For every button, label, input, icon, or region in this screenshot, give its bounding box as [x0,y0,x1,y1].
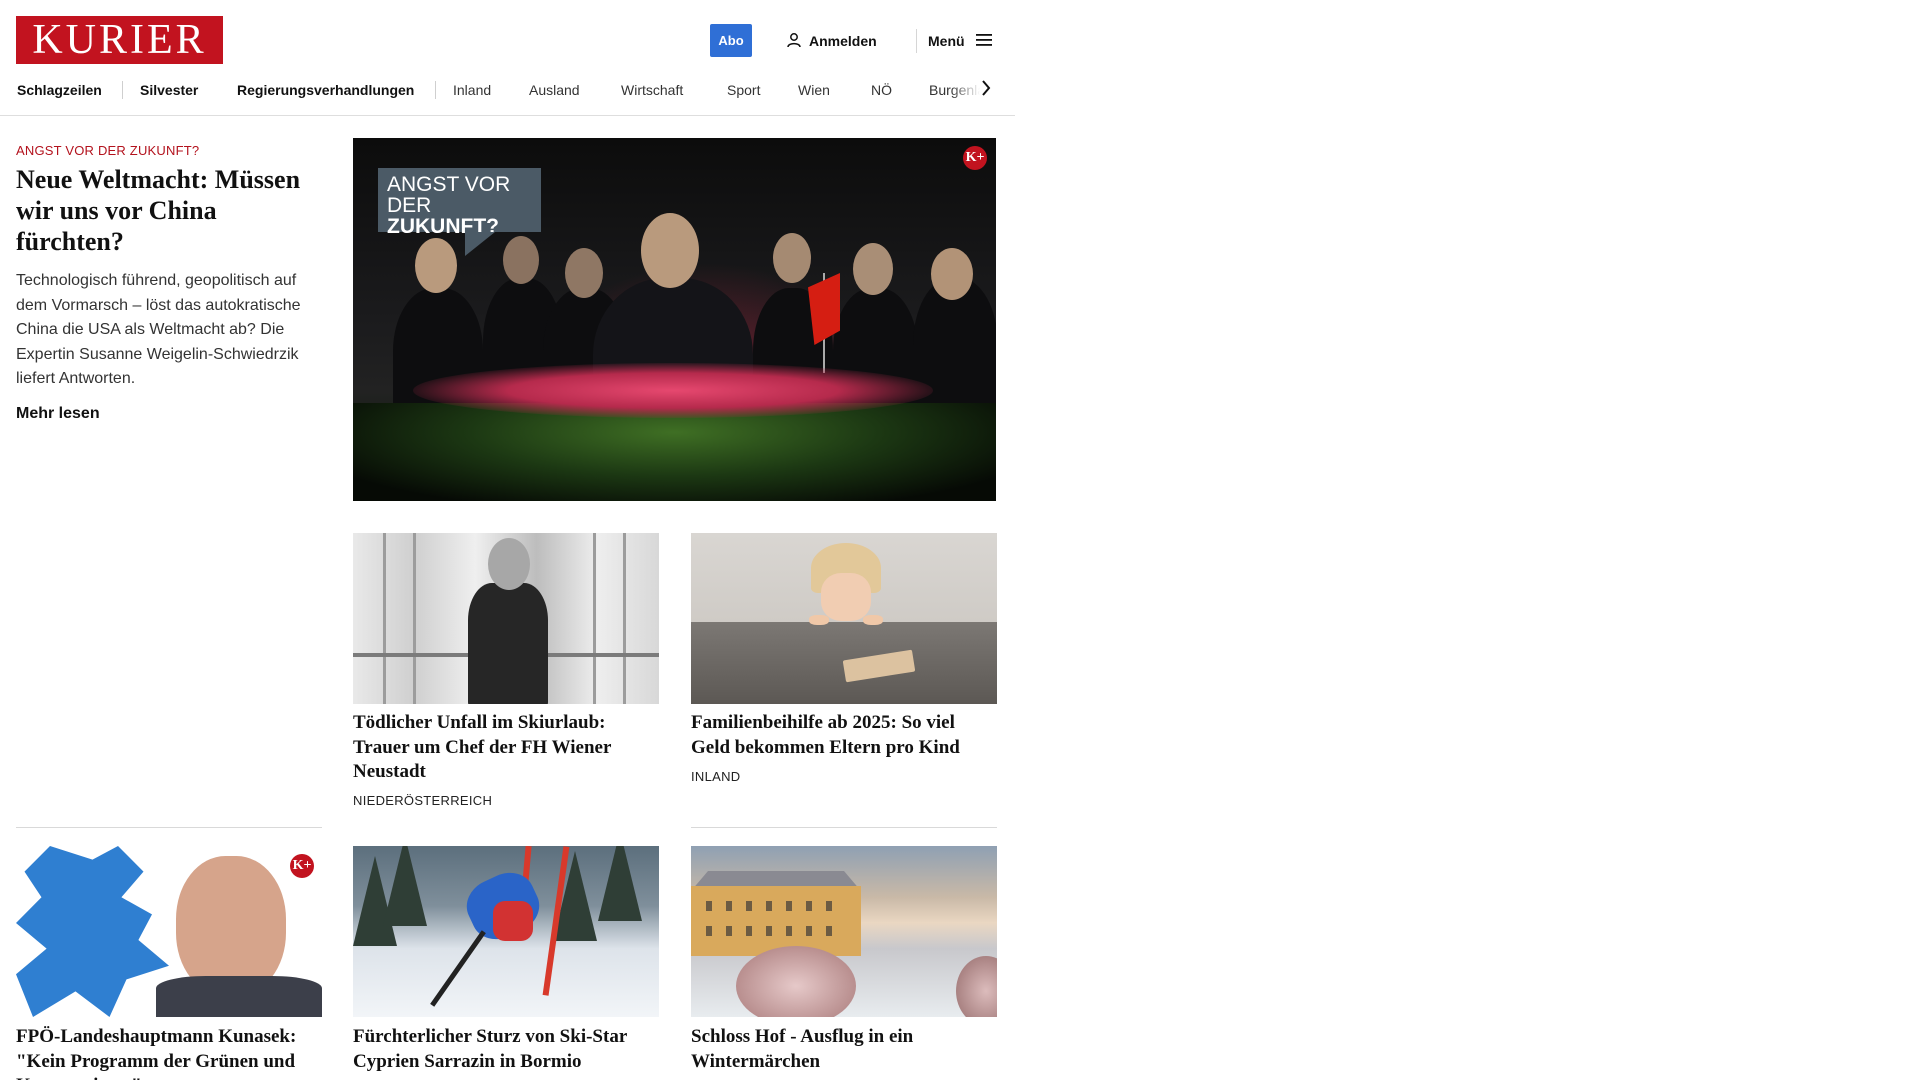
premium-badge-icon: K+ [963,146,987,170]
photo-castle-window [706,901,712,911]
photo-castle-window [766,901,772,911]
photo-tree [598,846,642,921]
photo-ski [430,930,486,1007]
photo-castle-window [746,926,752,936]
kurier-logo[interactable]: KURIER [16,16,223,64]
photo-head [931,248,973,300]
nav-separator [435,81,436,99]
nav-next-button[interactable] [975,78,997,102]
article-title[interactable]: Familienbeihilfe ab 2025: So viel Geld b… [691,711,996,760]
lead-article-text: ANGST VOR DER ZUKUNFT? Neue Weltmacht: M… [16,140,326,423]
article-category[interactable]: INLAND [691,769,740,784]
hamburger-icon [975,33,993,50]
site-header: KURIER Abo Anmelden Menü Schlagzeilen Si… [0,0,1015,116]
photo-head [641,213,699,288]
nav-item-schlagzeilen[interactable]: Schlagzeilen [17,79,102,101]
photo-head [503,236,539,284]
overlay-line-1: ANGST VOR DER [387,173,511,217]
nav-item-noe[interactable]: NÖ [871,79,892,101]
photo-blossom-tree [736,946,856,1017]
lead-article-image[interactable]: ANGST VOR DER ZUKUNFT? K+ [353,138,996,501]
photo-blossom-tree [956,956,997,1017]
photo-child-face [821,573,871,621]
nav-item-regierungsverhandlungen[interactable]: Regierungsverhandlungen [237,79,414,101]
photo-tree [383,846,427,926]
photo-window-frame [383,533,386,704]
photo-castle-window [786,926,792,936]
article-title[interactable]: Tödlicher Unfall im Skiurlaub: Trauer um… [353,711,658,785]
photo-castle-window [726,926,732,936]
article-title[interactable]: Fürchterlicher Sturz von Ski-Star Cyprie… [353,1025,658,1074]
photo-window-frame [413,533,416,704]
photo-child-fingers [863,615,883,625]
photo-skier-suit [493,901,533,941]
article-image-familienbeihilfe[interactable] [691,533,997,704]
photo-castle-window [806,926,812,936]
photo-castle-window [766,926,772,936]
photo-castle-window [746,901,752,911]
photo-head [853,243,893,295]
photo-castle-window [826,901,832,911]
nav-item-sport[interactable]: Sport [727,79,760,101]
overlay-line-2: ZUKUNFT? [387,215,499,238]
abo-button[interactable]: Abo [710,24,752,57]
photo-castle [691,886,861,956]
lead-title[interactable]: Neue Weltmacht: Müssen wir uns vor China… [16,164,326,257]
nav-item-inland[interactable]: Inland [453,79,491,101]
article-category[interactable]: NIEDERÖSTERREICH [353,793,492,808]
section-nav: Schlagzeilen Silvester Regierungsverhand… [17,79,995,101]
page: KURIER Abo Anmelden Menü Schlagzeilen Si… [0,0,1920,1080]
article-image-kunasek[interactable]: K+ [16,846,322,1017]
nav-item-silvester[interactable]: Silvester [140,79,198,101]
speech-bubble-tail [465,232,495,256]
nav-item-wirtschaft[interactable]: Wirtschaft [621,79,683,101]
chevron-right-icon [981,79,991,101]
header-divider [916,29,917,53]
article-image-skiurlaub[interactable] [353,533,659,704]
photo-person-jacket [156,976,322,1017]
photo-castle-window [706,926,712,936]
photo-castle-window [806,901,812,911]
photo-head [773,233,811,283]
photo-banknote [842,649,916,683]
nav-item-wien[interactable]: Wien [798,79,830,101]
article-title[interactable]: FPÖ-Landeshauptmann Kunasek: "Kein Progr… [16,1025,321,1080]
photo-person-head [176,856,286,996]
article-image-schloss-hof[interactable] [691,846,997,1017]
menu-label: Menü [928,33,965,49]
nav-item-ausland[interactable]: Ausland [529,79,580,101]
lead-kicker[interactable]: ANGST VOR DER ZUKUNFT? [16,143,326,158]
user-icon [786,32,802,51]
premium-badge-icon: K+ [290,854,314,878]
nav-separator [122,81,123,99]
photo-castle-window [826,926,832,936]
article-title[interactable]: Schloss Hof - Ausflug in ein Wintermärch… [691,1025,996,1074]
photo-flowers [413,363,933,418]
photo-child-fingers [809,615,829,625]
login-button[interactable]: Anmelden [786,30,877,52]
lead-teaser: Technologisch führend, geopolitisch auf … [16,272,301,387]
login-label: Anmelden [809,33,877,49]
photo-person-head [488,538,530,590]
photo-window-frame [623,533,626,704]
photo-castle-window [726,901,732,911]
mehr-lesen-link[interactable]: Mehr lesen [16,405,326,423]
divider [16,827,322,828]
photo-head [415,238,457,293]
photo-person-suit [468,583,548,704]
divider [691,827,997,828]
photo-castle-window [786,901,792,911]
menu-button[interactable]: Menü [928,30,993,52]
image-overlay-speech-bubble: ANGST VOR DER ZUKUNFT? [378,168,541,237]
photo-window-frame [593,533,596,704]
photo-head [565,248,603,298]
article-image-sarrazin[interactable] [353,846,659,1017]
